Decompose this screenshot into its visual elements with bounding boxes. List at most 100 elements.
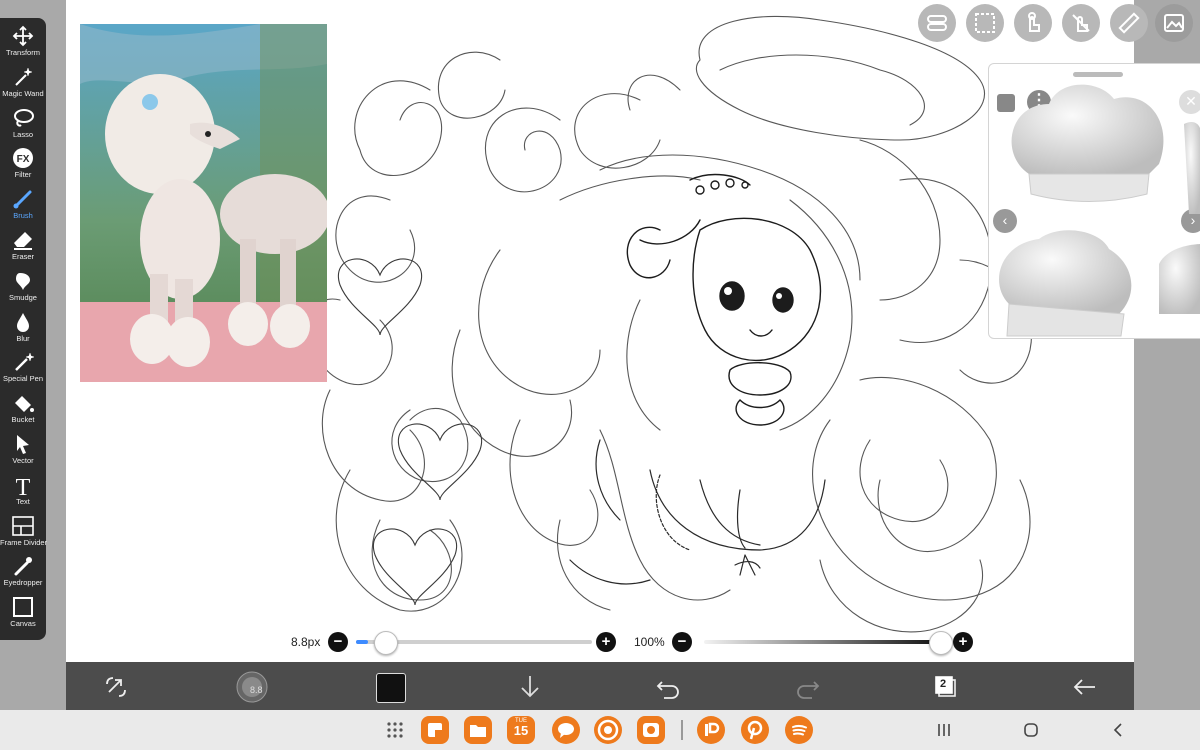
tool-filter[interactable]: FX Filter [0, 144, 46, 182]
swap-transform-button[interactable] [99, 670, 133, 704]
recents-icon [938, 724, 950, 736]
undo-button[interactable] [651, 670, 685, 704]
eraser-icon [11, 229, 35, 251]
tool-label: Text [16, 496, 30, 506]
redo-button[interactable] [791, 670, 825, 704]
layers-button[interactable]: 2 [929, 670, 963, 704]
touch-button[interactable] [1014, 4, 1052, 42]
touch-off-button[interactable] [1062, 4, 1100, 42]
ibispaint-app[interactable] [697, 716, 725, 744]
ruler-button[interactable] [1110, 4, 1148, 42]
tool-blur[interactable]: Blur [0, 308, 46, 346]
layer-count: 2 [940, 678, 947, 690]
eyedropper-icon [11, 555, 35, 577]
system-back-button[interactable] [1108, 720, 1128, 740]
tool-label: Eraser [11, 252, 35, 261]
redo-icon [797, 681, 820, 699]
tool-label: Transform [6, 48, 40, 57]
model-reference-panel[interactable]: ⋮ ✕ ‹ › [988, 63, 1200, 339]
opacity-slider-thumb[interactable] [929, 631, 953, 655]
fx-icon: FX [11, 147, 35, 169]
tool-eyedropper[interactable]: Eyedropper [0, 552, 46, 590]
tool-bucket[interactable]: Bucket [0, 389, 46, 427]
bottom-toolbar [66, 662, 1134, 710]
tool-smudge[interactable]: Smudge [0, 267, 46, 305]
tool-eraser[interactable]: Eraser [0, 226, 46, 264]
touch-off-icon [1072, 14, 1090, 32]
special-pen-icon [11, 351, 35, 373]
back-button[interactable] [1068, 670, 1102, 704]
files-app-icon [470, 725, 486, 737]
svg-text:T: T [16, 475, 31, 496]
files-app[interactable] [464, 716, 492, 744]
swap-transform-icon [106, 677, 126, 697]
move-arrows-icon [11, 25, 35, 47]
smudge-icon [11, 270, 35, 292]
minus-icon: − [333, 633, 343, 650]
pinterest-app[interactable] [741, 716, 769, 744]
tool-label: Lasso [12, 129, 33, 139]
tool-label: Magic Wand [2, 88, 44, 98]
opacity-decrease-button[interactable]: − [672, 632, 692, 652]
camera-app[interactable] [637, 716, 665, 744]
svg-text:FX: FX [17, 154, 30, 165]
tool-lasso[interactable]: Lasso [0, 104, 46, 142]
messages-app[interactable] [552, 716, 580, 744]
chrome-app-icon [597, 719, 619, 741]
reference-window-button[interactable] [1155, 4, 1193, 42]
reference-image-icon [1164, 14, 1184, 32]
primary-color-swatch[interactable] [373, 670, 407, 704]
calendar-date: 15 [513, 723, 529, 738]
calendar-app-icon: TUE 15 [507, 716, 535, 744]
reference-photo[interactable] [80, 24, 327, 382]
bucket-icon [11, 392, 35, 414]
apps-grid-icon [387, 722, 403, 738]
color-swatch-icon [376, 673, 406, 703]
frame-divider-icon [11, 515, 35, 537]
brush-size-value: 8.8px [291, 635, 321, 649]
tool-vector[interactable]: Vector [0, 430, 46, 468]
tool-magic-wand[interactable]: Magic Wand [0, 63, 46, 101]
taskbar-divider [681, 720, 683, 740]
home-icon [1024, 723, 1038, 737]
brush-preview-button[interactable]: 8.8 [235, 670, 269, 704]
notes-app[interactable] [421, 716, 449, 744]
lasso-icon [11, 107, 35, 129]
tool-text[interactable]: T Text [0, 471, 46, 509]
opacity-increase-button[interactable]: + [953, 632, 973, 652]
tool-brush[interactable]: Brush [0, 185, 46, 223]
tool-frame-divider[interactable]: Frame Divider [0, 512, 48, 550]
blur-drop-icon [11, 311, 35, 333]
calendar-app[interactable]: TUE 15 [507, 716, 535, 744]
home-button[interactable] [1021, 720, 1041, 740]
selection-icon [975, 13, 995, 33]
brush-size-decrease-button[interactable]: − [328, 632, 348, 652]
canvas-icon [11, 596, 35, 618]
recents-button[interactable] [934, 720, 954, 740]
undo-icon [656, 681, 679, 699]
chrome-app[interactable] [594, 716, 622, 744]
tool-label: Brush [13, 211, 33, 221]
toggle-panel-button[interactable] [918, 4, 956, 42]
tool-special-pen[interactable]: Special Pen [0, 348, 46, 386]
toggle-icon [927, 15, 947, 31]
tool-bar: Transform Magic Wand Lasso FX Filter Brush Era… [0, 18, 48, 640]
tool-transform[interactable]: Transform [0, 22, 46, 60]
tool-label: Blur [16, 333, 30, 343]
spotify-app[interactable] [785, 716, 813, 744]
download-button[interactable] [513, 670, 547, 704]
brush-icon [11, 188, 35, 210]
brush-size-slider-thumb[interactable] [373, 631, 398, 655]
opacity-slider-track[interactable] [704, 640, 940, 644]
tool-label: Smudge [9, 292, 37, 302]
tool-label: Frame Divider [0, 537, 48, 547]
selection-button[interactable] [966, 4, 1004, 42]
apps-grid-button[interactable] [381, 716, 409, 744]
tool-label: Eyedropper [3, 578, 43, 588]
tool-canvas[interactable]: Canvas [0, 593, 46, 631]
download-icon [521, 676, 539, 698]
poodle-photo-image [80, 24, 327, 382]
messages-app-icon [558, 723, 574, 738]
touch-hand-icon [1028, 12, 1040, 32]
brush-size-increase-button[interactable]: + [596, 632, 616, 652]
